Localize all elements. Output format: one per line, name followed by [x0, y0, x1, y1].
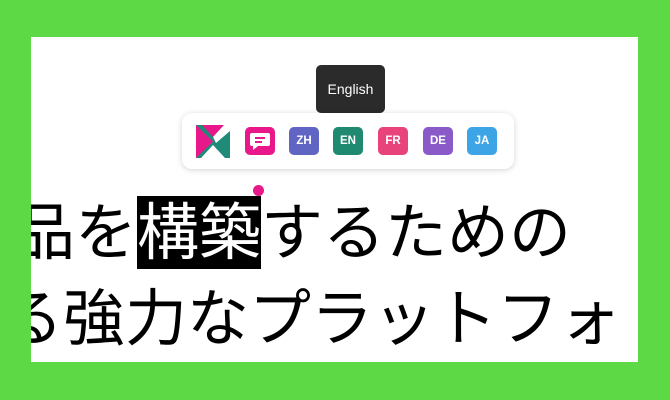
lang-label: EN: [340, 135, 356, 147]
text-before-selection: 品を: [31, 196, 138, 269]
text-line-2-content: る強力なプラットフォ: [31, 282, 622, 355]
chat-bubble-icon: [250, 133, 270, 150]
lang-button-de[interactable]: DE: [423, 127, 453, 155]
lang-label: JA: [474, 135, 490, 147]
brand-logo-icon[interactable]: [196, 125, 230, 158]
text-line-1[interactable]: 品を構築するための: [31, 195, 571, 271]
lang-label: ZH: [296, 135, 312, 147]
lang-label: DE: [430, 135, 446, 147]
selected-text[interactable]: 構築: [137, 196, 262, 269]
chat-button[interactable]: [245, 127, 275, 155]
translation-toolbar: ZH EN FR DE JA: [182, 113, 514, 169]
lang-label: FR: [385, 135, 401, 147]
tooltip-text: English: [327, 81, 374, 97]
lang-button-en[interactable]: EN: [333, 127, 363, 155]
lang-button-fr[interactable]: FR: [378, 127, 408, 155]
text-line-2[interactable]: る強力なプラットフォ: [31, 281, 621, 357]
lang-button-zh[interactable]: ZH: [289, 127, 319, 155]
lang-button-ja[interactable]: JA: [467, 127, 497, 155]
text-after-selection: するための: [261, 196, 572, 269]
language-tooltip: English: [316, 65, 385, 113]
content-panel: English ZH EN FR DE JA 品を構築するための る強力なプラッ…: [31, 37, 638, 362]
